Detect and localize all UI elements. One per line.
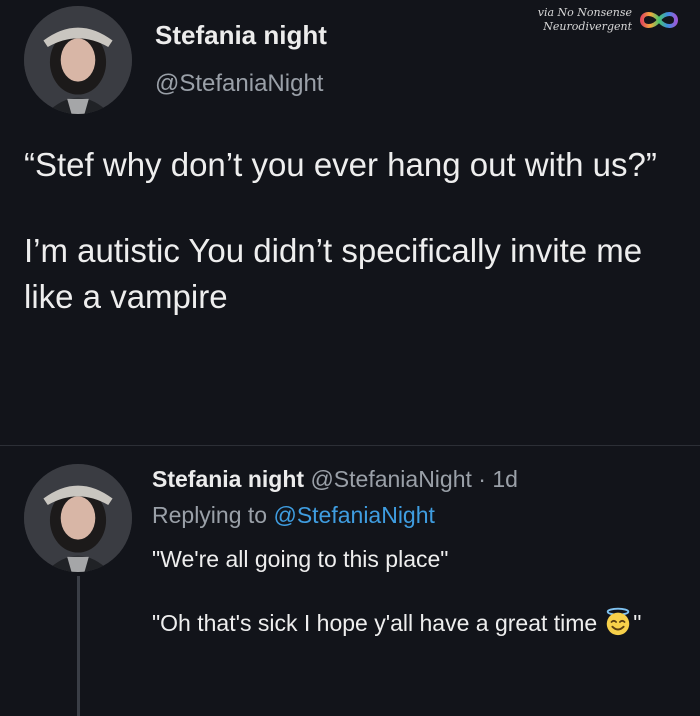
meta-separator: ·: [478, 466, 486, 492]
reply-author-handle[interactable]: @StefaniaNight: [310, 466, 471, 492]
replying-to-handle-link[interactable]: @StefaniaNight: [273, 502, 434, 528]
reply-timestamp[interactable]: 1d: [492, 466, 518, 492]
author-handle[interactable]: @StefaniaNight: [155, 70, 323, 98]
thread-line: [77, 576, 80, 716]
author-name[interactable]: Stefania night: [155, 20, 327, 51]
reply-header: Stefania night @StefaniaNight · 1d: [152, 464, 518, 494]
avatar[interactable]: [24, 6, 132, 114]
replying-to: Replying to @StefaniaNight: [152, 502, 435, 529]
reply-line-2: "Oh that's sick I hope y'all have a grea…: [152, 606, 682, 640]
avatar-image: [24, 464, 132, 572]
reply-line-2-end: ": [633, 610, 642, 636]
reply-line-1: "We're all going to this place": [152, 546, 449, 572]
tweet-paragraph-2: I’m autistic You didn’t specifically inv…: [24, 232, 643, 315]
reply-tweet: Stefania night @StefaniaNight · 1d Reply…: [0, 446, 700, 716]
tweet-paragraph-1: “Stef why don’t you ever hang out with u…: [24, 146, 657, 183]
smiling-face-with-halo-icon: [606, 607, 630, 636]
main-tweet: Stefania night @StefaniaNight “Stef why …: [0, 0, 700, 440]
reply-line-2-text: "Oh that's sick I hope y'all have a grea…: [152, 610, 598, 636]
replying-to-label: Replying to: [152, 502, 268, 528]
reply-avatar[interactable]: [24, 464, 132, 572]
reply-text: "We're all going to this place" "Oh that…: [152, 542, 682, 640]
reply-author-name[interactable]: Stefania night: [152, 466, 304, 492]
avatar-image: [24, 6, 132, 114]
tweet-text: “Stef why don’t you ever hang out with u…: [24, 142, 674, 320]
